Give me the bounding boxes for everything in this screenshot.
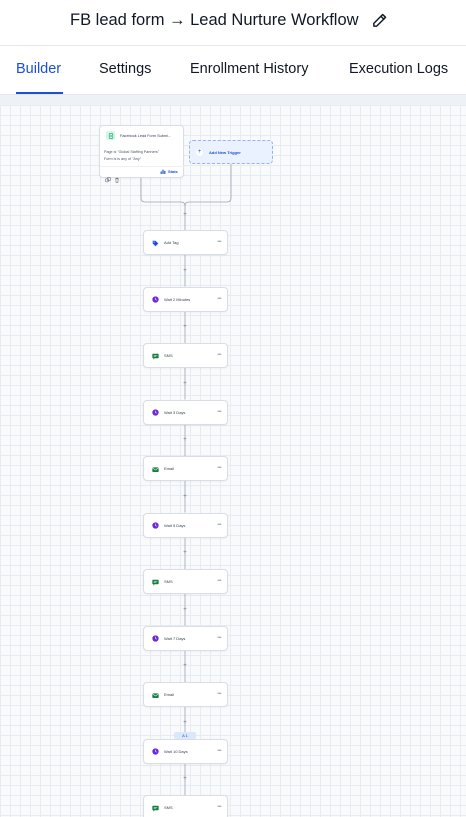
copy-icon[interactable] (105, 170, 111, 183)
step-label: Wait 5 Days (164, 522, 186, 528)
branch-badge[interactable]: A 1 (174, 732, 196, 739)
step-label: SMS (164, 579, 173, 584)
add-step-button[interactable]: + (181, 380, 189, 388)
delete-icon[interactable] (114, 170, 120, 183)
step-menu-icon[interactable]: ••• (217, 296, 221, 302)
form-icon (106, 131, 115, 140)
tab-builder[interactable]: Builder (16, 61, 61, 77)
workflow-canvas[interactable]: Facebook Lead Form Submi... Page is "Glo… (0, 95, 466, 817)
step-label: SMS (164, 353, 173, 358)
clock-icon (151, 748, 159, 756)
trigger-divider (100, 166, 185, 167)
clock-icon (151, 296, 159, 304)
step-label: Wait 10 Days (164, 748, 188, 754)
trigger-title: Facebook Lead Form Submi... (120, 133, 172, 138)
tab-enrollment-history[interactable]: Enrollment History (190, 61, 308, 77)
step-menu-icon[interactable]: ••• (217, 748, 221, 754)
add-new-trigger-button[interactable]: + Add New Trigger (189, 140, 273, 164)
step-menu-icon[interactable]: ••• (217, 522, 221, 528)
add-step-button[interactable]: + (181, 436, 189, 444)
step-menu-icon[interactable]: ••• (217, 465, 221, 471)
email-icon (151, 465, 159, 473)
step-label: Wait 3 Days (164, 409, 186, 415)
step-label: Wait 2 Minutes (164, 296, 191, 302)
email-icon (151, 691, 159, 699)
add-step-button[interactable]: + (181, 267, 189, 275)
step-label: SMS (164, 805, 173, 810)
tab-bar: Builder Settings Enrollment History Exec… (0, 47, 466, 95)
title-row: FB lead form → Lead Nurture Workflow (70, 8, 389, 32)
step-menu-icon[interactable]: ••• (217, 239, 221, 245)
workflow-step[interactable]: Wait 3 Days ••• (143, 399, 228, 425)
step-menu-icon[interactable]: ••• (217, 578, 221, 584)
step-label: Email (164, 466, 175, 471)
bar-chart-icon (160, 169, 166, 174)
add-step-button[interactable]: + (181, 323, 189, 331)
clock-icon (151, 409, 159, 417)
workflow-title: FB lead form → Lead Nurture Workflow (70, 10, 359, 29)
workflow-step[interactable]: Email ••• (143, 682, 228, 707)
trigger-header: Facebook Lead Form Submi... (106, 131, 171, 140)
workflow-step[interactable]: Wait 7 Days ••• (143, 625, 228, 651)
tab-execution-logs[interactable]: Execution Logs (349, 61, 448, 77)
add-step-button[interactable]: + (181, 549, 189, 557)
step-label: Add Tag (164, 240, 179, 245)
step-label: Email (164, 692, 175, 697)
step-menu-icon[interactable]: ••• (217, 409, 221, 415)
step-menu-icon[interactable]: ••• (217, 804, 221, 810)
add-step-button[interactable]: + (181, 493, 189, 501)
trigger-condition-page: Page is "Global Staffing Partners" (104, 150, 160, 154)
trigger-card[interactable]: Facebook Lead Form Submi... Page is "Glo… (99, 125, 185, 183)
workflow-step[interactable]: SMS ••• (143, 795, 228, 817)
add-step-button[interactable]: + (181, 211, 189, 219)
step-menu-icon[interactable]: ••• (217, 635, 221, 641)
workflow-step[interactable]: Wait 10 Days ••• (143, 738, 228, 764)
step-menu-icon[interactable]: ••• (217, 691, 221, 697)
sms-icon (151, 804, 159, 812)
clock-icon (151, 522, 159, 530)
step-menu-icon[interactable]: ••• (217, 352, 221, 358)
workflow-step[interactable]: Wait 2 Minutes ••• (143, 286, 228, 312)
add-step-button[interactable]: + (181, 719, 189, 727)
plus-icon: + (196, 148, 203, 156)
workflow-step[interactable]: SMS ••• (143, 569, 228, 594)
add-step-button[interactable]: + (181, 662, 189, 670)
active-tab-indicator (16, 92, 63, 94)
trigger-condition-form: Form is is any of "Any" (104, 157, 142, 161)
tag-icon (151, 239, 159, 247)
pencil-icon[interactable] (371, 11, 389, 29)
tab-settings[interactable]: Settings (99, 61, 151, 77)
stats-label: Stats (168, 169, 178, 174)
workflow-step[interactable]: SMS ••• (143, 343, 228, 368)
add-step-button[interactable]: + (181, 606, 189, 614)
add-trigger-label: Add New Trigger (209, 149, 241, 155)
workflow-step[interactable]: Email ••• (143, 456, 228, 481)
page-header: FB lead form → Lead Nurture Workflow (0, 0, 466, 46)
add-step-button[interactable]: + (181, 775, 189, 783)
clock-icon (151, 635, 159, 643)
sms-icon (151, 352, 159, 360)
sms-icon (151, 578, 159, 586)
workflow-step[interactable]: Add Tag ••• (143, 230, 228, 255)
connector-lines (140, 164, 232, 795)
stats-link[interactable]: Stats (160, 169, 178, 174)
workflow-step[interactable]: Wait 5 Days ••• (143, 512, 228, 538)
step-label: Wait 7 Days (164, 635, 186, 641)
